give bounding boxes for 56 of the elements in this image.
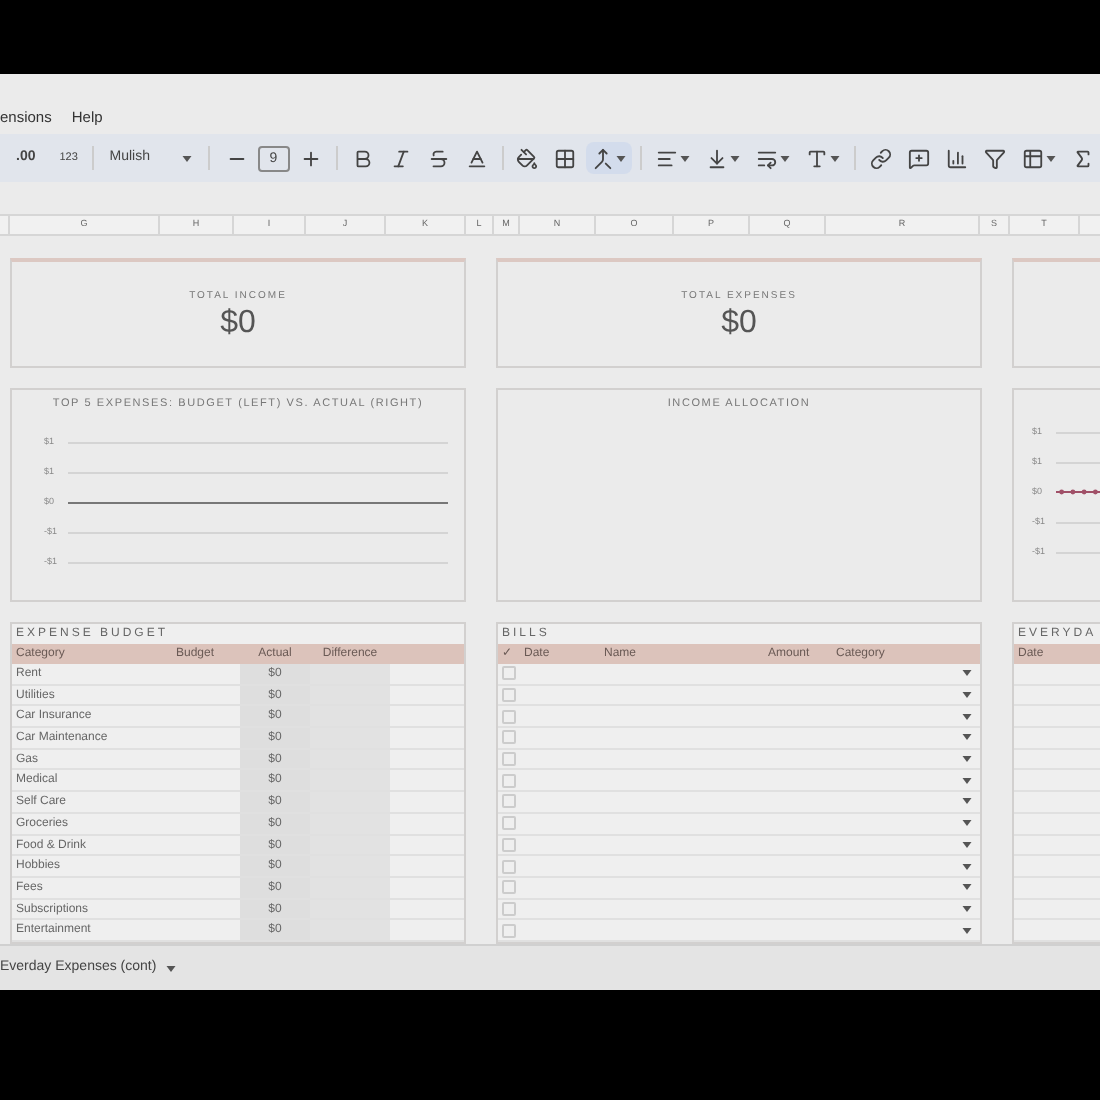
checkbox[interactable] [502,880,516,895]
dropdown-caret-icon [962,863,972,870]
merge-cells-button[interactable] [586,142,633,174]
text-color-icon [465,147,488,169]
merge-icon [592,147,615,169]
checkbox[interactable] [502,816,516,831]
text-icon [806,147,829,169]
dropdown-caret-icon [962,692,972,699]
link-icon [870,147,893,169]
caret-icon [616,155,627,161]
strikethrough-icon [427,147,450,169]
sigma-icon [1072,147,1095,169]
dropdown-caret-icon [962,841,972,848]
caret-icon [780,155,791,161]
summary-card [1012,258,1100,368]
dropdown-caret-icon [962,756,972,763]
dropdown-caret-icon [962,713,972,720]
dropdown-caret-icon [962,670,972,677]
card-value: $0 [220,305,256,341]
checkbox[interactable] [502,709,516,724]
dropdown-caret-icon [962,905,972,912]
checkbox[interactable] [502,923,516,938]
text-wrap-icon [756,147,779,169]
dropdown-caret-icon [962,820,972,827]
paint-bucket-icon [516,147,539,169]
checkbox[interactable] [502,837,516,852]
dropdown-caret-icon [962,927,972,934]
card-value: $0 [721,305,757,341]
checkbox[interactable] [502,859,516,874]
caret-icon [166,965,177,971]
dropdown-caret-icon [962,734,972,741]
bar-chart-icon [946,147,969,169]
caret-icon [730,155,741,161]
dropdown-caret-icon [962,798,972,805]
checkbox[interactable] [502,901,516,916]
checkbox[interactable] [502,730,516,745]
grid-icon [554,147,577,169]
checkbox[interactable] [502,752,516,767]
bold-icon [351,147,374,169]
checkbox[interactable] [502,794,516,809]
caret-icon [181,155,192,161]
caret-icon [1046,155,1057,161]
table-icon [1022,147,1045,169]
dropdown-caret-icon [962,884,972,891]
dropdown-caret-icon [962,777,972,784]
comment-icon [908,147,931,169]
checkbox[interactable] [502,666,516,681]
checkbox[interactable] [502,773,516,788]
filter-icon [984,147,1007,169]
caret-icon [680,155,691,161]
arrow-down-line-icon [706,147,729,169]
checkbox[interactable] [502,688,516,703]
caret-icon [830,155,841,161]
align-left-icon [656,147,679,169]
italic-icon [389,147,412,169]
plus-icon [299,147,322,169]
